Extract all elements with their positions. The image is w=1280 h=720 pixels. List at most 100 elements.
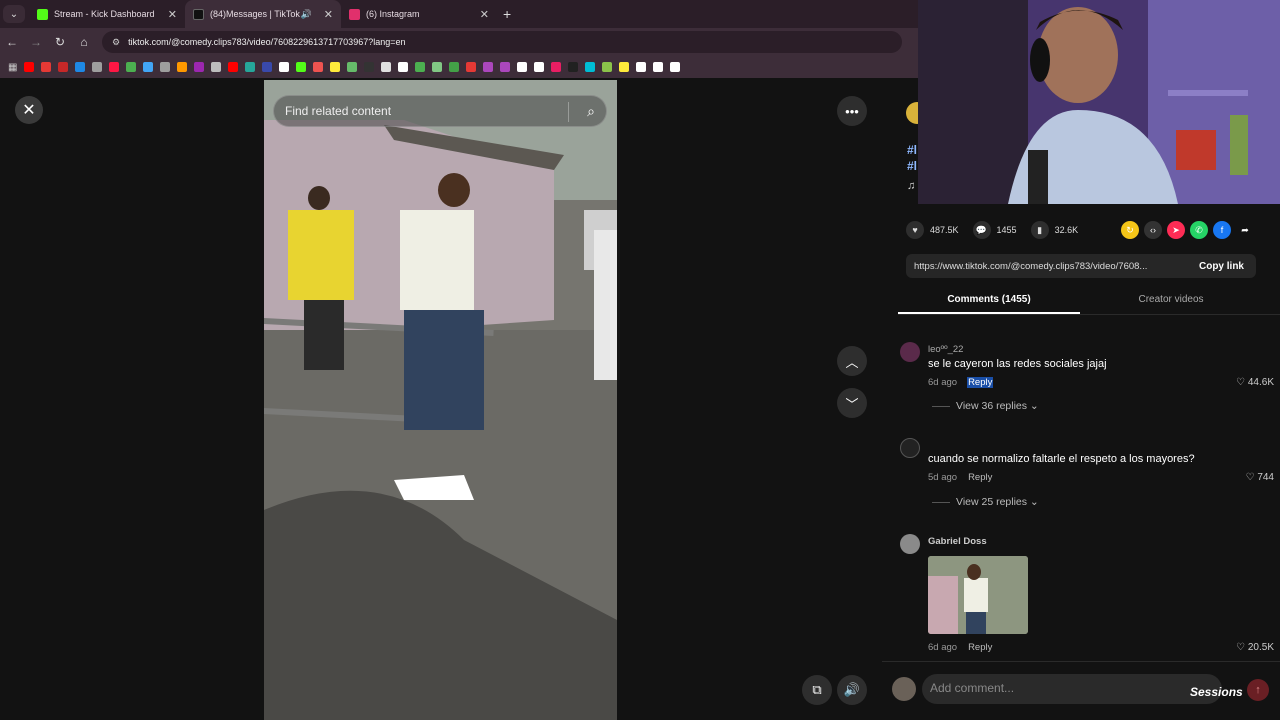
previous-video-button[interactable]: ︿ <box>837 346 867 376</box>
home-icon[interactable]: ⌂ <box>72 35 96 49</box>
bookmark-icon[interactable] <box>262 62 273 72</box>
comment-like-button[interactable]: ♡ 20.5K <box>1236 642 1274 653</box>
bookmark-icon[interactable] <box>534 62 545 72</box>
bookmark-icon[interactable] <box>92 62 103 72</box>
save-button[interactable]: ▮ 32.6K <box>1030 221 1078 239</box>
video-player[interactable] <box>264 80 617 720</box>
apps-grid-icon[interactable]: ▦ <box>8 62 17 73</box>
bookmark-icon[interactable] <box>279 62 290 72</box>
comment-username[interactable]: leoºº_22 <box>928 344 963 355</box>
new-tab-button[interactable]: + <box>503 6 511 22</box>
share-link-box[interactable]: https://www.tiktok.com/@comedy.clips783/… <box>906 254 1256 278</box>
add-comment-input[interactable]: Add comment... <box>922 674 1222 704</box>
tab-search-button[interactable]: ⌄ <box>3 5 25 23</box>
bookmark-icon[interactable] <box>568 62 579 72</box>
more-options-button[interactable]: ••• <box>837 96 867 126</box>
bookmark-icon[interactable] <box>653 62 664 72</box>
bookmark-icon[interactable] <box>483 62 494 72</box>
comment-username[interactable]: Gabriel Doss <box>928 536 987 547</box>
bookmark-icon[interactable] <box>415 62 426 72</box>
back-icon[interactable]: ← <box>0 35 24 49</box>
bookmark-icon[interactable] <box>245 62 256 72</box>
avatar[interactable] <box>900 534 920 554</box>
bookmark-icon[interactable] <box>517 62 528 72</box>
bookmark-icon[interactable] <box>75 62 86 72</box>
caption-hashtag[interactable]: #l <box>907 143 917 157</box>
music-icon[interactable]: ♫ <box>907 180 915 192</box>
tab-close-icon[interactable]: ✕ <box>324 8 333 21</box>
bookmark-icon[interactable] <box>364 62 375 72</box>
tab-close-icon[interactable]: ✕ <box>168 8 177 21</box>
bookmark-icon[interactable] <box>24 62 35 72</box>
embed-icon[interactable]: ‹› <box>1144 221 1162 239</box>
caption-hashtag[interactable]: #l <box>907 159 917 173</box>
bookmark-icon[interactable] <box>194 62 205 72</box>
bookmark-icon[interactable] <box>636 62 647 72</box>
bookmark-icon[interactable] <box>602 62 613 72</box>
next-video-button[interactable]: ﹀ <box>837 388 867 418</box>
reply-button[interactable]: Reply <box>967 472 993 483</box>
reload-icon[interactable]: ↻ <box>48 35 72 49</box>
tab-comments[interactable]: Comments (1455) <box>898 289 1080 314</box>
comment-like-button[interactable]: ♡ 744 <box>1246 472 1274 483</box>
picture-in-picture-button[interactable]: ⧉ <box>802 675 832 705</box>
bookmark-icon[interactable] <box>109 62 120 72</box>
forward-icon[interactable]: → <box>24 35 48 49</box>
close-video-button[interactable]: ✕ <box>15 96 43 124</box>
chevron-up-icon: ︿ <box>845 354 859 370</box>
bookmark-icon[interactable] <box>670 62 681 72</box>
comment-meta: 6d ago Reply <box>928 642 993 653</box>
search-icon[interactable]: ⌕ <box>587 103 595 120</box>
bookmark-icon[interactable] <box>296 62 307 72</box>
bookmark-icon[interactable] <box>381 62 392 72</box>
bookmark-icon[interactable] <box>126 62 137 72</box>
post-comment-button[interactable]: ↑ <box>1247 679 1269 701</box>
tab-audio-icon[interactable]: 🔊 <box>301 9 312 20</box>
share-arrow-icon[interactable]: ➦ <box>1236 221 1254 239</box>
comment-image[interactable] <box>928 556 1028 634</box>
bookmark-icon[interactable] <box>551 62 562 72</box>
bookmark-icon[interactable] <box>432 62 443 72</box>
url-bar[interactable]: ⚙ tiktok.com/@comedy.clips783/video/7608… <box>102 31 902 53</box>
reply-button[interactable]: Reply <box>967 642 993 653</box>
bookmark-icon[interactable] <box>228 62 239 72</box>
find-related-search[interactable]: Find related content ⌕ <box>273 95 607 127</box>
avatar[interactable] <box>900 438 920 458</box>
repost-icon[interactable]: ↻ <box>1121 221 1139 239</box>
site-info-icon[interactable]: ⚙ <box>112 37 120 48</box>
bookmark-icon[interactable] <box>466 62 477 72</box>
bookmark-icon[interactable] <box>313 62 324 72</box>
bookmark-icon[interactable] <box>347 62 358 72</box>
comment-like-count: 744 <box>1257 472 1274 483</box>
tab-close-icon[interactable]: ✕ <box>480 8 489 21</box>
view-replies-button[interactable]: View 36 replies ⌄ <box>932 400 1039 412</box>
like-button[interactable]: ♥ 487.5K <box>906 221 959 239</box>
bookmark-icon[interactable] <box>330 62 341 72</box>
bookmark-icon[interactable] <box>211 62 222 72</box>
comment-like-button[interactable]: ♡ 44.6K <box>1236 377 1274 388</box>
bookmark-icon[interactable] <box>398 62 409 72</box>
bookmark-icon[interactable] <box>177 62 188 72</box>
bookmark-icon[interactable] <box>41 62 52 72</box>
tab-kick-dashboard[interactable]: Stream - Kick Dashboard ✕ <box>29 0 185 28</box>
bookmark-icon[interactable] <box>585 62 596 72</box>
send-icon[interactable]: ➤ <box>1167 221 1185 239</box>
whatsapp-icon[interactable]: ✆ <box>1190 221 1208 239</box>
bookmark-icon[interactable] <box>143 62 154 72</box>
bookmark-icon[interactable] <box>58 62 69 72</box>
bookmark-icon[interactable] <box>449 62 460 72</box>
tab-tiktok-messages[interactable]: (84)Messages | TikTok 🔊 ✕ <box>185 0 341 28</box>
volume-button[interactable]: 🔊 <box>837 675 867 705</box>
reply-button[interactable]: Reply <box>967 377 994 388</box>
view-replies-button[interactable]: View 25 replies ⌄ <box>932 496 1039 508</box>
facebook-icon[interactable]: f <box>1213 221 1231 239</box>
bookmark-icon[interactable] <box>619 62 630 72</box>
comment-button[interactable]: 💬 1455 <box>972 221 1017 239</box>
tab-creator-videos[interactable]: Creator videos <box>1080 289 1262 314</box>
avatar[interactable] <box>900 342 920 362</box>
bookmark-icon[interactable] <box>160 62 171 72</box>
like-count: 487.5K <box>930 225 959 235</box>
bookmark-icon[interactable] <box>500 62 511 72</box>
copy-link-button[interactable]: Copy link <box>1199 261 1244 272</box>
tab-instagram[interactable]: (6) Instagram ✕ <box>341 0 497 28</box>
